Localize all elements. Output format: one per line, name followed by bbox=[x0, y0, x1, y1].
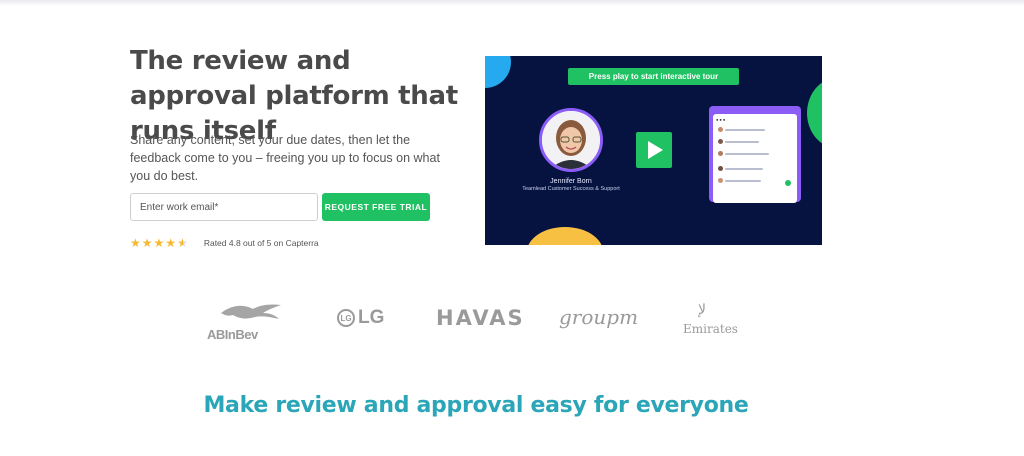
emirates-calligraphy-icon: ﻹ bbox=[698, 301, 706, 317]
window-dots-icon: ●●● bbox=[716, 117, 727, 122]
comment-row bbox=[718, 150, 778, 157]
play-icon[interactable] bbox=[636, 132, 672, 168]
rating-stars: ★ ★ ★ ★ ★ bbox=[130, 237, 188, 249]
logo-lg: LG LG bbox=[337, 307, 384, 329]
presenter-role: Teamlead Customer Success & Support bbox=[522, 186, 620, 192]
customer-logos: ABInBev LG LG HAVAS groupm ﻹ Emirates bbox=[207, 301, 738, 342]
presenter-avatar bbox=[539, 108, 603, 172]
comment-row bbox=[718, 138, 778, 145]
rating-text: Rated 4.8 out of 5 on Capterra bbox=[203, 238, 319, 248]
star-icon: ★ bbox=[153, 236, 165, 250]
hero-subtext: Share any content, set your due dates, t… bbox=[130, 133, 440, 183]
tour-banner[interactable]: Press play to start interactive tour bbox=[568, 68, 739, 85]
section-tagline: Make review and approval easy for everyo… bbox=[203, 393, 749, 418]
comment-row bbox=[718, 126, 778, 133]
star-icon: ★ bbox=[165, 236, 177, 250]
request-free-trial-button[interactable]: REQUEST FREE TRIAL bbox=[322, 193, 430, 221]
decor-blob-green bbox=[807, 78, 822, 148]
header-shadow bbox=[0, 0, 1024, 6]
logo-groupm: groupm bbox=[559, 305, 639, 329]
comment-row bbox=[718, 177, 778, 184]
comments-preview-panel: ●●● bbox=[713, 114, 797, 203]
approved-check-icon bbox=[785, 180, 791, 186]
interactive-tour-video[interactable]: Press play to start interactive tour Jen… bbox=[485, 56, 822, 245]
capterra-rating: ★ ★ ★ ★ ★ Rated 4.8 out of 5 on Capterra bbox=[130, 237, 319, 249]
logo-havas: HAVAS bbox=[436, 306, 525, 330]
presenter-name: Jennifer Born bbox=[550, 178, 592, 185]
work-email-input[interactable] bbox=[130, 193, 318, 221]
star-icon: ★ bbox=[141, 236, 153, 250]
half-star-icon: ★ bbox=[177, 236, 188, 250]
decor-blob-blue bbox=[485, 56, 511, 88]
star-icon: ★ bbox=[130, 236, 141, 250]
decor-blob-yellow bbox=[527, 227, 603, 245]
eagle-icon bbox=[221, 304, 281, 319]
comment-row bbox=[718, 165, 778, 172]
lg-mark-icon: LG bbox=[337, 309, 355, 327]
